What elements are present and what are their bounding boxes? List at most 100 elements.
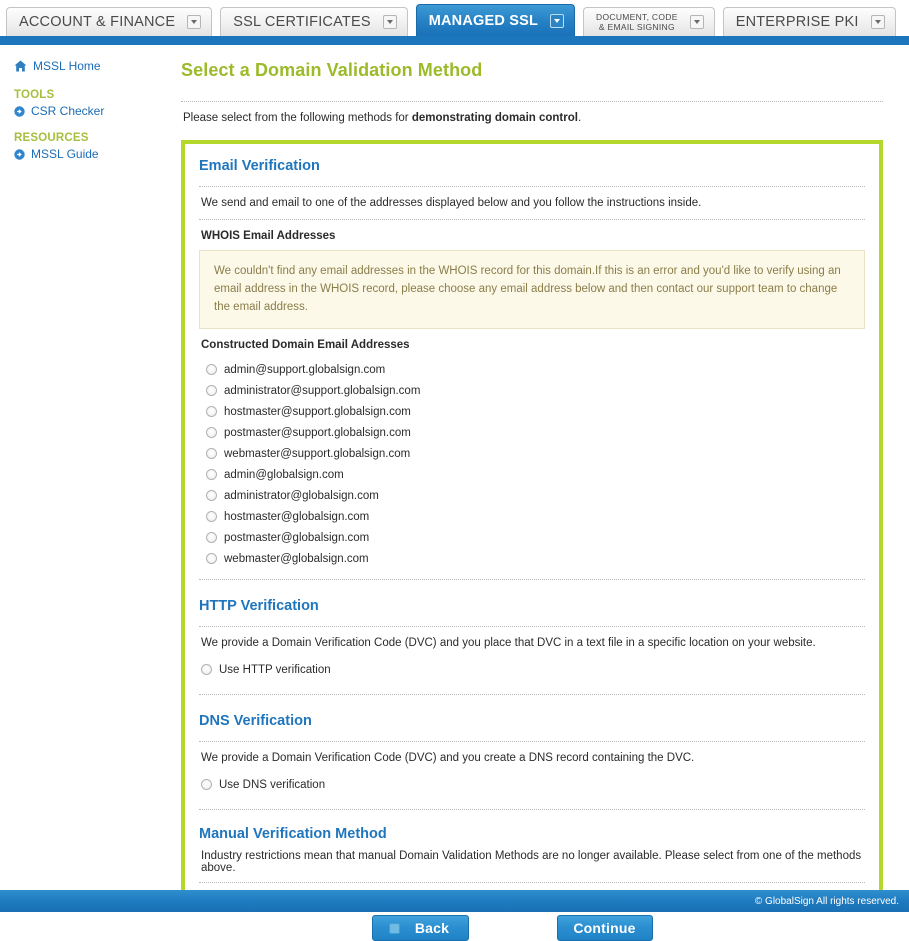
continue-button-label: Continue: [573, 920, 636, 936]
radio-option-administrator[interactable]: administrator@globalsign.com: [199, 485, 865, 506]
constructed-domain-email-addresses-label: Constructed Domain Email Addresses: [201, 339, 410, 351]
radio-option-administrator-support[interactable]: administrator@support.globalsign.com: [199, 380, 865, 401]
section-title-http-verification: HTTP Verification: [199, 598, 319, 614]
radio-label: hostmaster@globalsign.com: [224, 510, 370, 523]
chevron-down-icon[interactable]: [689, 15, 704, 29]
dns-verification-description: We provide a Domain Verification Code (D…: [201, 752, 695, 764]
copyright-text: © GlobalSign All rights reserved.: [754, 895, 899, 907]
radio-button[interactable]: [206, 448, 217, 459]
tab-label: ENTERPRISE PKI: [735, 14, 859, 30]
continue-button[interactable]: Continue: [556, 915, 653, 941]
sidebar-item-label: CSR Checker: [31, 104, 105, 118]
http-verification-section: HTTP Verification We provide a Domain Ve…: [199, 598, 865, 695]
sidebar-item-csr-checker[interactable]: CSR Checker: [14, 104, 175, 118]
sidebar-group-title: TOOLS: [14, 89, 55, 101]
radio-label: administrator@globalsign.com: [224, 489, 379, 502]
chevron-down-icon[interactable]: [870, 15, 885, 29]
tab-managed-ssl[interactable]: MANAGED SSL: [415, 4, 576, 36]
radio-button[interactable]: [201, 664, 212, 675]
radio-option-admin-support[interactable]: admin@support.globalsign.com: [199, 359, 865, 380]
tab-label: MANAGED SSL: [428, 12, 539, 29]
sidebar-item-mssl-guide[interactable]: MSSL Guide: [14, 147, 175, 161]
radio-button[interactable]: [206, 490, 217, 501]
radio-button[interactable]: [206, 427, 217, 438]
radio-button[interactable]: [206, 532, 217, 543]
radio-option-postmaster-support[interactable]: postmaster@support.globalsign.com: [199, 422, 865, 443]
sidebar-item-label: MSSL Home: [33, 59, 101, 73]
email-address-radio-group[interactable]: admin@support.globalsign.com administrat…: [199, 359, 865, 569]
chevron-down-icon[interactable]: [382, 15, 397, 29]
radio-button[interactable]: [206, 511, 217, 522]
radio-label: Use HTTP verification: [219, 663, 331, 676]
sidebar-item-label: MSSL Guide: [31, 147, 99, 161]
divider: [199, 809, 865, 810]
radio-label: webmaster@globalsign.com: [224, 552, 369, 565]
divider: [199, 579, 865, 580]
email-verification-description: We send and email to one of the addresse…: [201, 197, 702, 209]
radio-option-webmaster[interactable]: webmaster@globalsign.com: [199, 548, 865, 569]
divider: [199, 882, 865, 883]
radio-button[interactable]: [206, 364, 217, 375]
tab-label: ACCOUNT & FINANCE: [19, 14, 176, 30]
divider: [199, 694, 865, 695]
sidebar-group-resources: RESOURCES MSSL Guide: [14, 132, 175, 161]
page-title: Select a Domain Validation Method: [181, 60, 483, 80]
radio-button[interactable]: [206, 469, 217, 480]
radio-option-postmaster[interactable]: postmaster@globalsign.com: [199, 527, 865, 548]
manual-verification-section: Manual Verification Method Industry rest…: [199, 826, 865, 883]
whois-email-addresses-label: WHOIS Email Addresses: [201, 230, 336, 242]
radio-label: webmaster@support.globalsign.com: [224, 447, 411, 460]
tab-label: SSL CERTIFICATES: [233, 14, 371, 30]
section-title-email-verification: Email Verification: [199, 158, 320, 174]
tab-document-code-and-email-signing[interactable]: DOCUMENT, CODE & EMAIL SIGNING: [583, 7, 715, 36]
radio-label: admin@globalsign.com: [224, 468, 344, 481]
sidebar: MSSL Home TOOLS CSR Checker RESOURCES MS…: [0, 45, 175, 175]
whois-notice-message: We couldn't find any email addresses in …: [199, 250, 865, 329]
radio-label: postmaster@globalsign.com: [224, 531, 370, 544]
intro-suffix: .: [577, 112, 582, 124]
top-navigation-bar: ACCOUNT & FINANCE SSL CERTIFICATES MANAG…: [0, 0, 909, 45]
arrow-circle-icon: [14, 148, 25, 160]
radio-button[interactable]: [201, 779, 212, 790]
back-arrow-icon: [388, 922, 400, 934]
radio-label: admin@support.globalsign.com: [224, 363, 386, 376]
tab-label-line2: & EMAIL SIGNING: [598, 22, 675, 32]
radio-label: hostmaster@support.globalsign.com: [224, 405, 411, 418]
manual-verification-description: Industry restrictions mean that manual D…: [201, 850, 862, 874]
http-verification-description: We provide a Domain Verification Code (D…: [201, 637, 816, 649]
back-button-label: Back: [414, 920, 450, 936]
divider: [199, 219, 865, 220]
radio-label: postmaster@support.globalsign.com: [224, 426, 411, 439]
intro-text: Please select from the following methods…: [181, 102, 883, 140]
email-verification-section: Email Verification We send and email to …: [199, 158, 865, 580]
sidebar-group-tools: TOOLS CSR Checker: [14, 89, 175, 118]
arrow-circle-icon: [14, 105, 25, 117]
radio-button[interactable]: [206, 385, 217, 396]
radio-option-admin[interactable]: admin@globalsign.com: [199, 464, 865, 485]
page-body: MSSL Home TOOLS CSR Checker RESOURCES MS…: [0, 45, 909, 941]
radio-option-use-dns-verification[interactable]: Use DNS verification: [194, 774, 865, 795]
tab-ssl-certificates[interactable]: SSL CERTIFICATES: [220, 7, 408, 36]
chevron-down-icon[interactable]: [187, 15, 202, 29]
back-button[interactable]: Back: [371, 915, 469, 941]
sidebar-group-title: RESOURCES: [14, 132, 89, 144]
radio-option-webmaster-support[interactable]: webmaster@support.globalsign.com: [199, 443, 865, 464]
section-title-manual-verification: Manual Verification Method: [199, 826, 387, 842]
tab-label-line1: DOCUMENT, CODE: [596, 12, 678, 22]
main-content: Select a Domain Validation Method Please…: [175, 45, 909, 941]
intro-bold: demonstrating domain control: [411, 112, 578, 124]
home-icon: [14, 60, 27, 72]
radio-button[interactable]: [206, 553, 217, 564]
radio-option-hostmaster[interactable]: hostmaster@globalsign.com: [199, 506, 865, 527]
sidebar-item-mssl-home[interactable]: MSSL Home: [14, 59, 175, 73]
chevron-down-icon[interactable]: [550, 13, 565, 28]
radio-option-hostmaster-support[interactable]: hostmaster@support.globalsign.com: [199, 401, 865, 422]
radio-option-use-http-verification[interactable]: Use HTTP verification: [194, 659, 865, 680]
tab-account-and-finance[interactable]: ACCOUNT & FINANCE: [6, 7, 213, 36]
intro-prefix: Please select from the following methods…: [183, 112, 412, 124]
section-title-dns-verification: DNS Verification: [199, 713, 312, 729]
radio-button[interactable]: [206, 406, 217, 417]
tab-enterprise-pki[interactable]: ENTERPRISE PKI: [722, 7, 896, 36]
radio-label: administrator@support.globalsign.com: [224, 384, 421, 397]
footer-bar: © GlobalSign All rights reserved.: [0, 890, 909, 912]
